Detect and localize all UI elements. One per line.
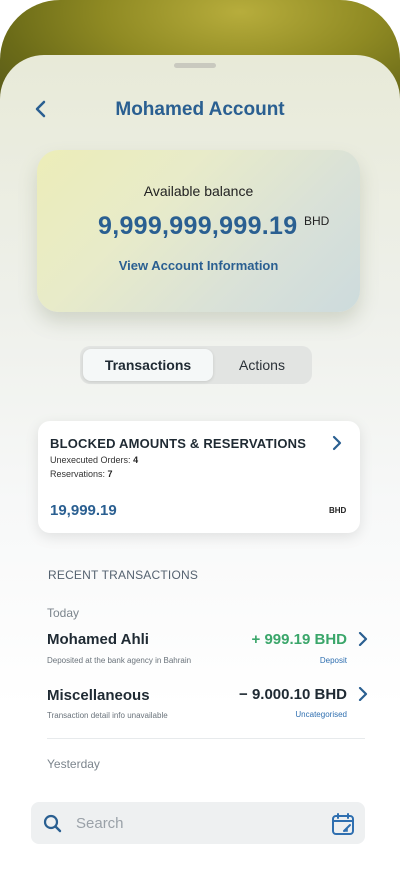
tab-transactions[interactable]: Transactions	[83, 349, 213, 381]
transaction-subtitle: Transaction detail info unavailable	[47, 711, 168, 720]
transaction-name[interactable]: Mohamed Ahli	[47, 631, 149, 648]
chevron-right-icon[interactable]	[357, 687, 369, 701]
transaction-amount: + 999.19 BHD	[251, 631, 347, 648]
transaction-amount: − 9.000.10 BHD	[239, 686, 347, 703]
unexecuted-label: Unexecuted Orders:	[50, 455, 131, 465]
view-account-info-link[interactable]: View Account Information	[37, 258, 360, 273]
reservations-value: 7	[107, 469, 113, 479]
day-header-today: Today	[47, 606, 80, 620]
balance-amount: 9,999,999,999.19	[98, 212, 298, 240]
reservations: Reservations: 7	[50, 469, 113, 479]
page-title: Mohamed Account	[115, 99, 285, 120]
balance-card: Available balance 9,999,999,999.19 BHD V…	[37, 150, 360, 312]
transaction-category: Uncategorised	[295, 710, 347, 719]
unexecuted-orders: Unexecuted Orders: 4	[50, 455, 138, 465]
blocked-currency: BHD	[329, 506, 347, 515]
recent-transactions-heading: RECENT TRANSACTIONS	[48, 568, 199, 582]
transaction-subtitle: Deposited at the bank agency in Bahrain	[47, 656, 192, 665]
balance-label: Available balance	[143, 183, 254, 199]
search-bar[interactable]: Search	[31, 802, 365, 844]
chevron-right-icon[interactable]	[357, 632, 369, 646]
segmented-tabs: Transactions Actions	[80, 346, 312, 384]
sheet-drag-handle[interactable]	[174, 63, 216, 68]
unexecuted-value: 4	[133, 455, 139, 465]
blocked-title: BLOCKED AMOUNTS & RESERVATIONS	[50, 436, 307, 451]
blocked-amounts-card[interactable]: BLOCKED AMOUNTS & RESERVATIONS Unexecute…	[38, 421, 360, 533]
search-icon	[43, 814, 62, 833]
search-input[interactable]: Search	[76, 815, 124, 832]
tab-actions[interactable]: Actions	[214, 349, 310, 381]
transaction-category: Deposit	[319, 656, 347, 665]
blocked-amount: 19,999.19	[50, 502, 117, 519]
list-divider	[47, 738, 365, 739]
transaction-name[interactable]: Miscellaneous	[47, 687, 150, 704]
balance-currency: BHD	[304, 214, 330, 228]
reservations-label: Reservations:	[50, 469, 106, 479]
chevron-right-icon[interactable]	[330, 435, 344, 451]
day-header-yesterday: Yesterday	[47, 757, 100, 771]
calendar-icon[interactable]	[331, 812, 355, 836]
